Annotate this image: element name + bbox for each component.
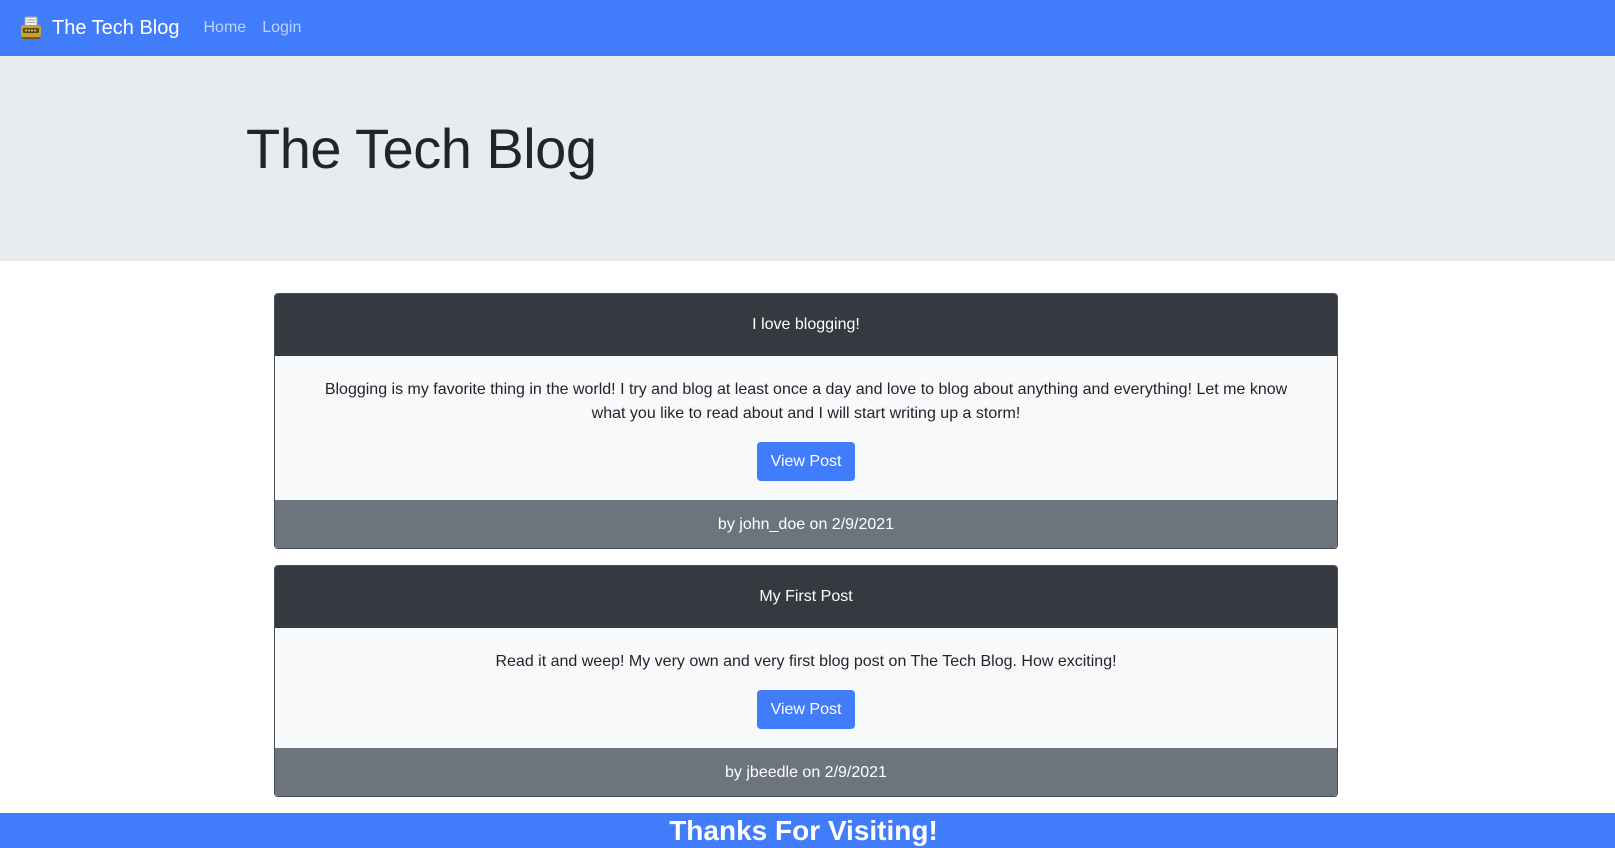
post-card: My First Post Read it and weep! My very … <box>274 565 1338 797</box>
typewriter-icon <box>21 16 41 39</box>
jumbotron: The Tech Blog <box>0 56 1615 261</box>
nav-link-login[interactable]: Login <box>262 19 301 37</box>
post-content: Blogging is my favorite thing in the wor… <box>324 381 1288 422</box>
post-content: Read it and weep! My very own and very f… <box>495 653 1117 670</box>
post-card: I love blogging! Blogging is my favorite… <box>274 293 1338 549</box>
post-title: My First Post <box>275 566 1337 628</box>
footer: Thanks For Visiting! <box>0 813 1615 848</box>
footer-text: Thanks For Visiting! <box>669 814 938 846</box>
brand-link[interactable]: The Tech Blog <box>20 16 180 40</box>
post-byline: by john_doe on 2/9/2021 <box>275 500 1337 548</box>
post-body: Blogging is my favorite thing in the wor… <box>275 356 1337 500</box>
post-byline: by jbeedle on 2/9/2021 <box>275 748 1337 796</box>
view-post-button[interactable]: View Post <box>756 690 856 729</box>
post-title: I love blogging! <box>275 294 1337 356</box>
nav-link-home[interactable]: Home <box>204 19 247 37</box>
navbar: The Tech Blog Home Login <box>0 0 1615 56</box>
page-title: The Tech Blog <box>246 117 597 180</box>
brand-text: The Tech Blog <box>52 16 180 39</box>
post-body: Read it and weep! My very own and very f… <box>275 628 1337 748</box>
view-post-button[interactable]: View Post <box>756 442 856 481</box>
